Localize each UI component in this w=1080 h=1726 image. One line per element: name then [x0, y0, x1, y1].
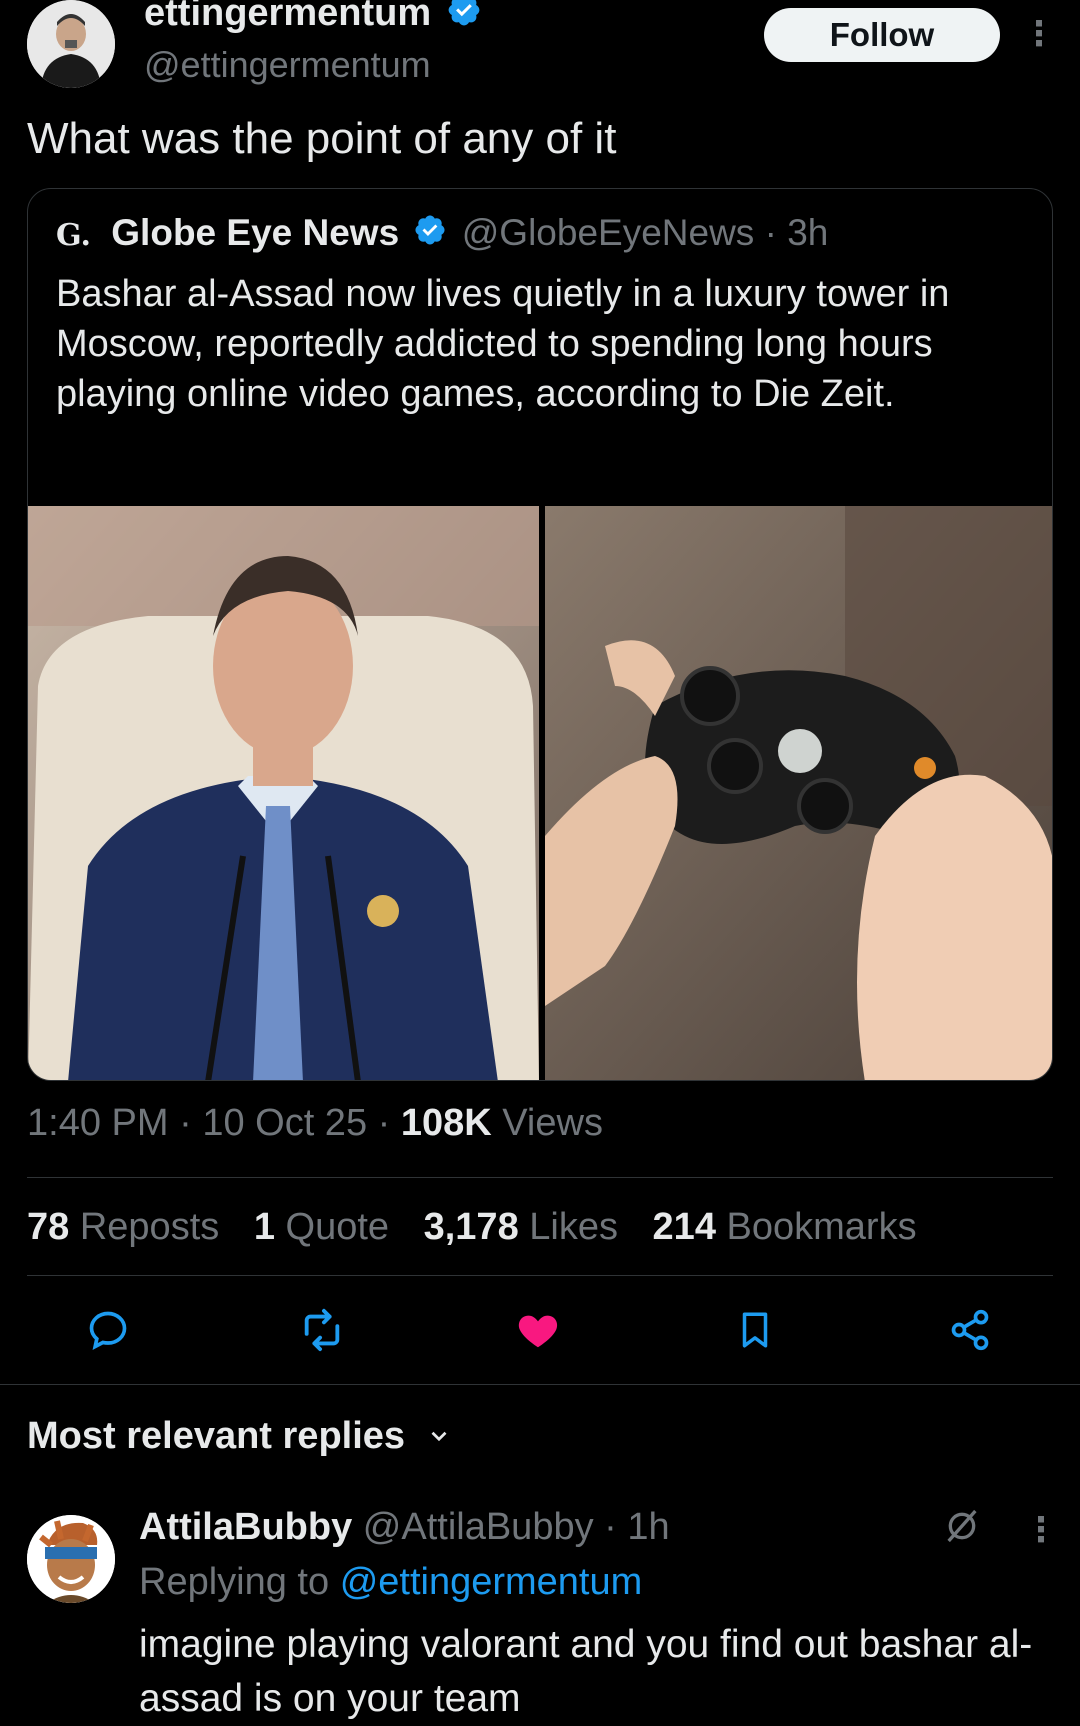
follow-button[interactable]: Follow [764, 8, 1000, 62]
globe-eye-logo: G. [56, 218, 91, 253]
tweet-text: What was the point of any of it [27, 114, 617, 163]
tweet-meta: 1:40 PM · 10 Oct 25 · 108K Views [27, 1102, 603, 1145]
quoted-image-controller[interactable] [545, 506, 1052, 1080]
author-display-name[interactable]: ettingermentum [144, 0, 431, 34]
quoted-text: Bashar al-Assad now lives quietly in a l… [56, 273, 950, 415]
divider [0, 1384, 1080, 1385]
quoted-age[interactable]: 3h [787, 212, 828, 253]
chevron-down-icon [426, 1416, 452, 1459]
quoted-display-name[interactable]: Globe Eye News [111, 212, 399, 253]
quoted-handle[interactable]: @GlobeEyeNews [462, 212, 755, 253]
stat-reposts[interactable]: 78 Reposts [27, 1206, 230, 1248]
grok-icon[interactable] [942, 1506, 982, 1551]
reply-icon[interactable] [78, 1300, 138, 1360]
author-display-name-row[interactable]: ettingermentum [144, 0, 482, 36]
reply-handle[interactable]: @AttilaBubby [363, 1506, 594, 1548]
replying-to-line: Replying to @ettingermentum [139, 1556, 642, 1608]
bookmark-icon[interactable] [725, 1300, 785, 1360]
divider [27, 1177, 1053, 1178]
author-avatar[interactable] [27, 0, 115, 88]
quoted-separator: · [764, 212, 777, 253]
like-icon[interactable] [508, 1300, 568, 1360]
tweet-time: 1:40 PM [27, 1102, 169, 1144]
meta-separator: · [179, 1102, 192, 1144]
views-count: 108K [400, 1102, 492, 1144]
stat-quotes[interactable]: 1 Quote [254, 1206, 400, 1248]
tweet-date: 10 Oct 25 [202, 1102, 368, 1144]
views-label: Views [502, 1102, 603, 1144]
reply-avatar[interactable] [27, 1515, 115, 1603]
reply-age[interactable]: 1h [627, 1506, 669, 1548]
verified-badge-icon [446, 0, 482, 38]
more-options-icon[interactable]: ⋮ [1022, 14, 1056, 54]
repost-icon[interactable] [292, 1300, 352, 1360]
quoted-image-assad[interactable] [28, 506, 539, 1080]
reply-display-name[interactable]: AttilaBubby [139, 1506, 352, 1548]
verified-badge-icon [413, 211, 447, 259]
replying-to-handle[interactable]: @ettingermentum [340, 1561, 643, 1603]
divider [27, 1275, 1053, 1276]
reply-more-options-icon[interactable]: ⋮ [1024, 1510, 1058, 1550]
reply-text: imagine playing valorant and you find ou… [139, 1623, 1033, 1720]
meta-separator: · [377, 1102, 391, 1144]
replying-to-prefix: Replying to [139, 1561, 330, 1603]
stat-bookmarks[interactable]: 214 Bookmarks [653, 1206, 917, 1248]
replies-sort-dropdown[interactable]: Most relevant replies [27, 1415, 452, 1459]
quoted-header: G. Globe Eye News @GlobeEyeNews · 3h [56, 209, 828, 260]
stat-likes[interactable]: 3,178 Likes [424, 1206, 629, 1248]
replies-section-title: Most relevant replies [27, 1415, 406, 1457]
share-icon[interactable] [940, 1300, 1000, 1360]
author-handle[interactable]: @ettingermentum [144, 44, 431, 86]
engagement-stats: 78 Reposts 1 Quote 3,178 Likes 214 Bookm… [27, 1206, 917, 1249]
reply-header: AttilaBubby @AttilaBubby · 1h [139, 1500, 670, 1554]
reply-separator: · [604, 1506, 617, 1548]
quoted-tweet-card[interactable]: G. Globe Eye News @GlobeEyeNews · 3h Bas… [27, 188, 1053, 1081]
